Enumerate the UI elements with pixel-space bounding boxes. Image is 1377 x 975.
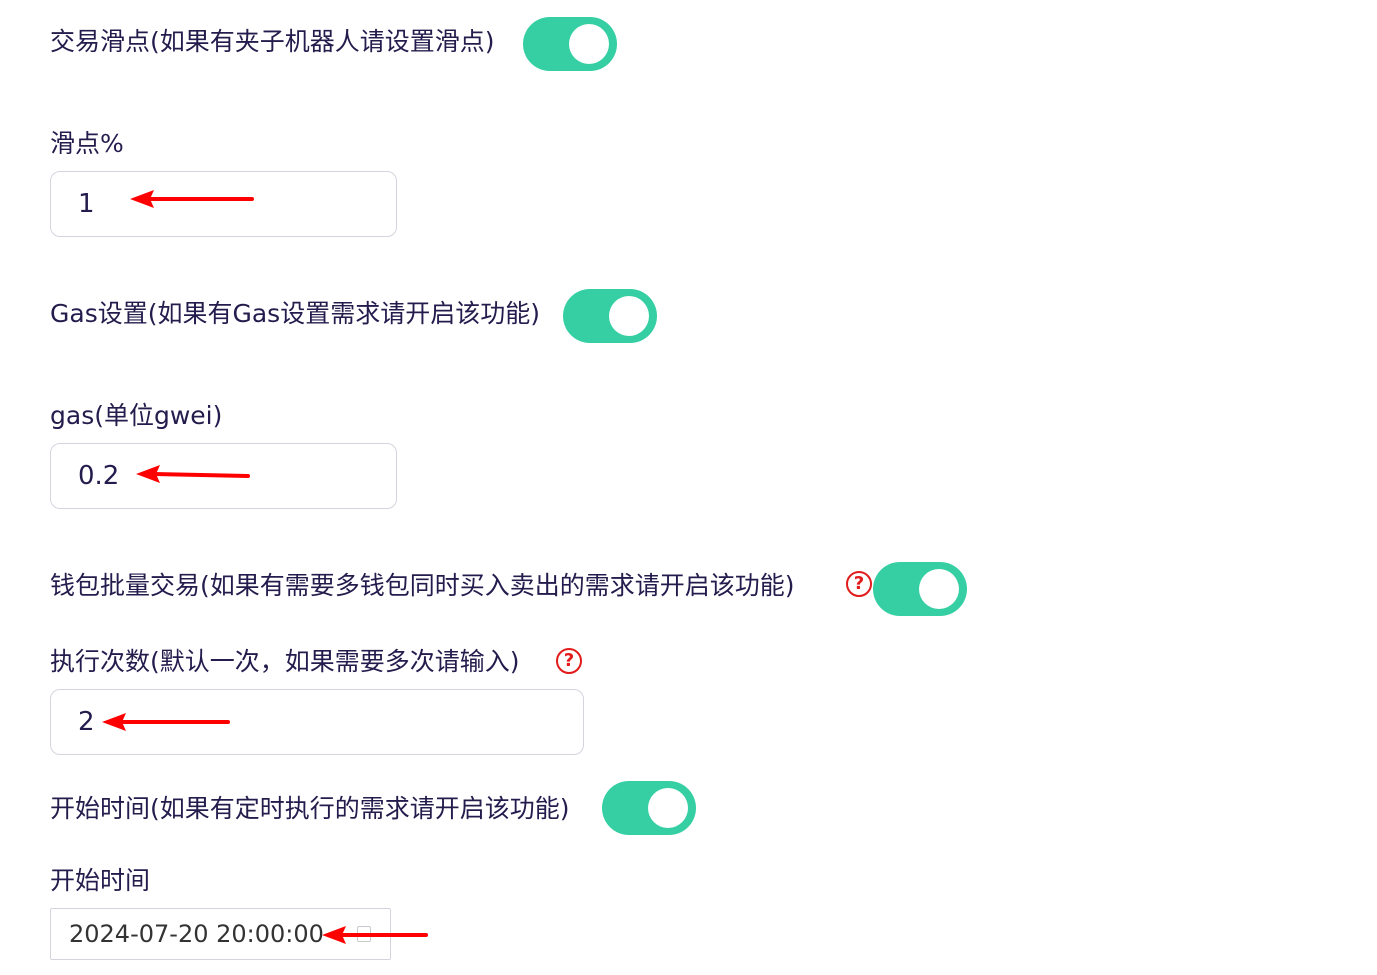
- start-time-value: 2024-07-20 20:00:00: [69, 920, 324, 948]
- batch-toggle[interactable]: [873, 562, 967, 616]
- slippage-label: 滑点%: [50, 129, 124, 158]
- exec-count-label: 执行次数(默认一次，如果需要多次请输入): [50, 647, 520, 676]
- toggle-knob: [919, 569, 959, 609]
- gas-toggle[interactable]: [563, 289, 657, 343]
- red-arrow-icon: [130, 190, 254, 208]
- toggle-knob: [609, 296, 649, 336]
- slippage-toggle-label: 交易滑点(如果有夹子机器人请设置滑点): [50, 27, 495, 56]
- red-arrow-icon: [102, 713, 230, 731]
- slippage-toggle[interactable]: [523, 17, 617, 71]
- red-arrow-icon: [322, 926, 428, 944]
- red-arrow-icon: [136, 465, 250, 483]
- start-time-label: 开始时间: [50, 866, 151, 895]
- toggle-knob: [648, 788, 688, 828]
- gas-toggle-label: Gas设置(如果有Gas设置需求请开启该功能): [50, 299, 540, 328]
- gas-label: gas(单位gwei): [50, 401, 223, 430]
- question-circle-icon[interactable]: ?: [556, 648, 582, 674]
- batch-toggle-label: 钱包批量交易(如果有需要多钱包同时买入卖出的需求请开启该功能): [50, 571, 795, 600]
- schedule-toggle-label: 开始时间(如果有定时执行的需求请开启该功能): [50, 794, 570, 823]
- question-circle-icon[interactable]: ?: [846, 571, 872, 597]
- schedule-toggle[interactable]: [602, 781, 696, 835]
- toggle-knob: [569, 24, 609, 64]
